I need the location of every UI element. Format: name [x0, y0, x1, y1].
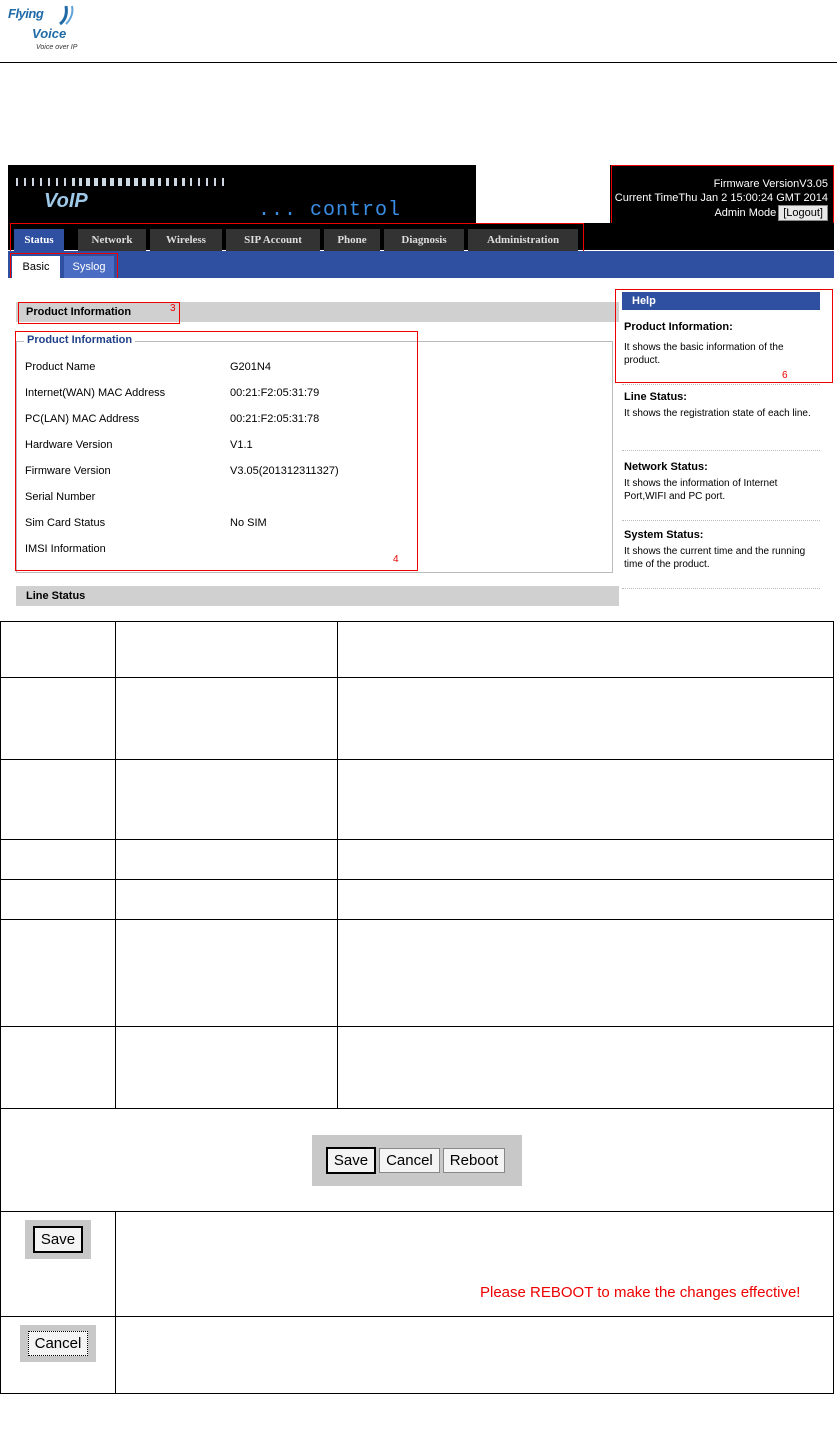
- label-product-name: Product Name: [25, 361, 96, 373]
- table-row: Save Cancel Reboot: [0, 1108, 834, 1212]
- annotation-box-3: [18, 302, 180, 324]
- value-wan-mac: 00:21:F2:05:31:79: [230, 387, 320, 399]
- help-divider: [622, 450, 820, 451]
- header-rule: [0, 62, 837, 63]
- table-row: [0, 621, 835, 678]
- help-divider: [622, 588, 820, 589]
- help-divider: [622, 384, 820, 385]
- level-ticks-icon: [16, 178, 224, 186]
- annotation-3: 3: [170, 303, 176, 314]
- help-heading-product: Product Information:: [624, 321, 733, 333]
- label-serial-number: Serial Number: [25, 491, 96, 503]
- section-title-line-status: Line Status: [16, 586, 619, 606]
- value-product-name: G201N4: [230, 361, 271, 373]
- table-row: [0, 879, 835, 920]
- table-row: [0, 677, 835, 760]
- label-hardware-version: Hardware Version: [25, 439, 113, 451]
- table-row: [0, 1026, 835, 1109]
- signal-wave-icon: [59, 5, 74, 26]
- annotation-box-subtabs: [10, 253, 118, 280]
- annotation-6: 6: [782, 370, 788, 381]
- help-divider: [622, 520, 820, 521]
- help-heading-line: Line Status:: [624, 391, 687, 403]
- save-button-sample-label: Save: [32, 1226, 84, 1253]
- button-bar: Save Cancel Reboot: [311, 1134, 523, 1186]
- reboot-button[interactable]: Reboot: [442, 1147, 506, 1173]
- table-row: [0, 919, 835, 1027]
- label-firmware-version: Firmware Version: [25, 465, 111, 477]
- header-gap: [476, 165, 610, 223]
- voip-title: VoIP: [44, 190, 88, 212]
- help-text-product: It shows the basic information of the pr…: [624, 342, 784, 366]
- annotation-box-5: [611, 165, 834, 230]
- annotation-box-tabs: [10, 223, 584, 254]
- help-text-system: It shows the current time and the runnin…: [624, 546, 806, 570]
- save-button-sample: Save: [24, 1220, 92, 1259]
- table-row: [0, 839, 835, 880]
- label-sim-status: Sim Card Status: [25, 517, 106, 529]
- logo-line-2: Voice: [32, 26, 67, 41]
- logo-line-1: Flying: [8, 6, 44, 21]
- description-table: Save Cancel Reboot Save Cancel: [0, 621, 835, 1394]
- help-heading-system: System Status:: [624, 529, 704, 541]
- reboot-message: Please REBOOT to make the changes effect…: [480, 1284, 801, 1301]
- logo-line-3: Voice over IP: [36, 44, 78, 51]
- save-button[interactable]: Save: [325, 1146, 377, 1174]
- control-panel-screenshot: VoIP ... control panel Firmware Version V…: [8, 165, 834, 607]
- value-firmware-version: V3.05(201312311327): [230, 465, 339, 477]
- label-imsi: IMSI Information: [25, 543, 106, 555]
- value-sim-status: No SIM: [230, 517, 267, 529]
- label-lan-mac: PC(LAN) MAC Address: [25, 413, 140, 425]
- annotation-box-6: [615, 289, 833, 383]
- cancel-button-sample: Cancel: [19, 1325, 97, 1362]
- help-heading-network: Network Status:: [624, 461, 708, 473]
- table-row: [0, 759, 835, 840]
- subnav-band: [8, 251, 834, 278]
- cancel-button[interactable]: Cancel: [379, 1147, 440, 1173]
- flying-voice-logo: Flying Voice Voice over IP: [8, 4, 78, 54]
- header-left: VoIP ... control panel: [8, 165, 476, 245]
- help-text-line: It shows the registration state of each …: [624, 408, 811, 419]
- table-row: Cancel: [0, 1316, 835, 1394]
- value-hardware-version: V1.1: [230, 439, 253, 451]
- annotation-4: 4: [393, 554, 399, 565]
- help-text-network: It shows the information of Internet Por…: [624, 478, 778, 502]
- cancel-button-sample-label: Cancel: [27, 1331, 89, 1356]
- value-lan-mac: 00:21:F2:05:31:78: [230, 413, 320, 425]
- label-wan-mac: Internet(WAN) MAC Address: [25, 387, 166, 399]
